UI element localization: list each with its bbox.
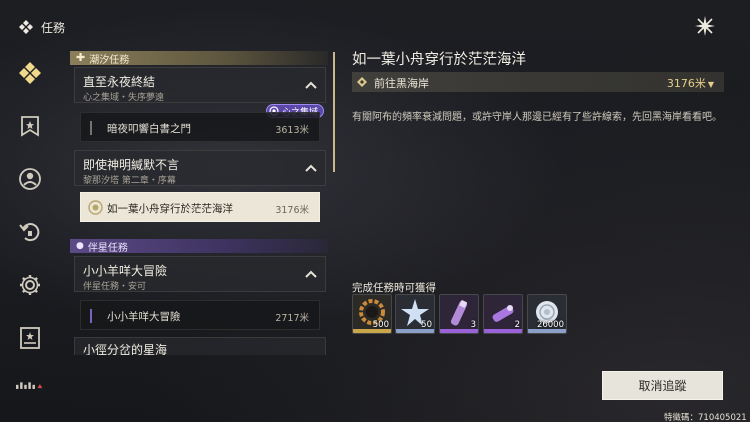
cancel-tracking-button[interactable]: 取消追蹤: [602, 371, 723, 400]
quest-task-item[interactable]: 暗夜叩響白書之門 3613米: [80, 112, 320, 142]
reward-count: 50: [421, 320, 432, 330]
tracking-target-icon: [88, 200, 103, 215]
objective-distance: 3176米 ▼: [666, 77, 714, 90]
reward-item[interactable]: 2: [483, 294, 523, 334]
quest-group-title: 即使神明緘默不言: [83, 158, 180, 172]
objective-bar[interactable]: 前往黑海岸 3176米 ▼: [352, 72, 724, 92]
quest-group-subtitle: 黎那汐塔 第二章・序幕: [83, 176, 176, 186]
quest-group-3[interactable]: 小小羊咩大冒險 伴星任務・安可: [74, 256, 326, 292]
objective-location: 前往黑海岸: [374, 77, 429, 90]
quest-group-title: 小小羊咩大冒險: [83, 264, 168, 278]
reward-count: 2: [514, 320, 520, 330]
player-uid: 特徵碼：710405021: [664, 413, 747, 422]
task-name: 暗夜叩響白書之門: [107, 123, 191, 135]
nav-item-signal[interactable]: [16, 370, 44, 398]
reward-count: 3: [470, 320, 476, 330]
objective-diamond-icon: [357, 77, 367, 87]
nav-item-settings[interactable]: [16, 271, 44, 299]
dropdown-caret-icon: ▼: [707, 80, 714, 89]
quest-group-2[interactable]: 即使神明緘默不言 黎那汐塔 第二章・序幕: [74, 150, 326, 186]
reward-item[interactable]: 50: [395, 294, 435, 334]
nav-item-bookmark[interactable]: [16, 112, 44, 140]
plus-icon: ✚: [76, 51, 86, 64]
profile-icon: [19, 168, 41, 190]
person-icon: ●: [76, 241, 84, 251]
nav-item-profile[interactable]: [16, 165, 44, 193]
chevron-up-icon[interactable]: [305, 270, 317, 278]
return-arrow-icon: [19, 223, 40, 242]
nav-item-cards[interactable]: [16, 324, 44, 352]
quest-group-1[interactable]: 直至永夜終結 心之集域・失序夢遠: [74, 67, 326, 103]
quest-task-item-selected[interactable]: 如一葉小舟穿行於茫茫海洋 3176米: [80, 192, 320, 222]
reward-item[interactable]: 26000: [527, 294, 567, 334]
task-marker: [90, 121, 92, 135]
task-name: 如一葉小舟穿行於茫茫海洋: [107, 203, 233, 215]
reward-item[interactable]: 500: [352, 294, 392, 334]
list-scroll-rail[interactable]: [333, 52, 335, 172]
quest-detail-title: 如一葉小舟穿行於茫茫海洋: [352, 52, 526, 68]
task-distance: 2717米: [275, 313, 309, 324]
quest-group-subtitle: 伴星任務・安可: [83, 282, 147, 292]
quest-group-title: 小徑分岔的星海: [83, 343, 168, 355]
category-tide-header: ✚ 潮汐任務: [70, 51, 328, 66]
category-tide-label: 潮汐任務: [89, 54, 130, 66]
side-nav: [0, 52, 60, 392]
task-marker: [90, 309, 92, 323]
quest-task-item[interactable]: 小小羊咩大冒險 2717米: [80, 300, 320, 330]
quest-description: 有關阿布的頻率衰減問題，或許守岸人那邊已經有了些許線索，先回黑海岸看看吧。: [352, 112, 722, 123]
reward-count: 26000: [536, 320, 564, 330]
reward-section-label: 完成任務時可獲得: [352, 282, 436, 294]
page-title: 任務: [41, 21, 66, 35]
quest-diamond-icon: [19, 20, 33, 34]
nav-item-quests[interactable]: [16, 59, 44, 87]
quest-diamond-icon: [19, 62, 41, 84]
card-star-icon: [20, 327, 40, 349]
chevron-up-icon[interactable]: [305, 81, 317, 89]
task-name: 小小羊咩大冒險: [107, 311, 181, 323]
task-distance: 3176米: [275, 205, 309, 216]
quest-group-4[interactable]: 小徑分岔的星海: [74, 337, 326, 355]
signal-bars-icon: [16, 382, 43, 389]
category-companion-header: ● 伴星任務: [70, 239, 328, 254]
quest-group-title: 直至永夜終結: [83, 75, 156, 89]
category-companion-label: 伴星任務: [87, 242, 128, 254]
top-bar: 任務: [0, 0, 750, 44]
close-sparkle-icon[interactable]: [693, 14, 717, 38]
task-distance: 3613米: [275, 125, 309, 136]
reward-item[interactable]: 3: [439, 294, 479, 334]
reward-count: 500: [372, 320, 389, 330]
chevron-up-icon[interactable]: [305, 164, 317, 172]
quest-group-subtitle: 心之集域・失序夢遠: [83, 93, 165, 103]
nav-item-return[interactable]: [16, 218, 44, 246]
gear-icon: [20, 275, 40, 295]
bookmark-star-icon: [21, 116, 39, 137]
